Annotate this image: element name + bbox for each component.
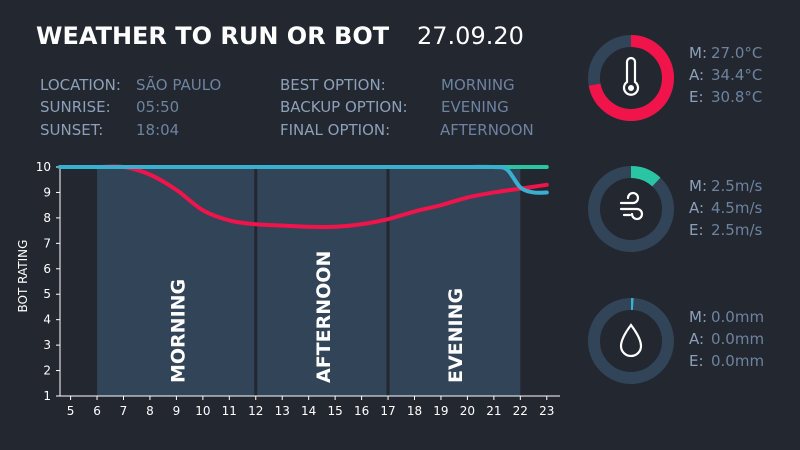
raindrop-icon xyxy=(619,323,643,358)
wind-readings: M: 2.5m/s A: 4.5m/s E: 2.5m/s xyxy=(689,177,762,239)
y-tick-label: 2 xyxy=(43,364,51,378)
location-value: SÃO PAULO xyxy=(136,76,222,94)
x-tick-label: 16 xyxy=(354,404,369,418)
temperature-gauge xyxy=(588,35,674,121)
band-label-morning: MORNING xyxy=(167,279,189,383)
wind-icon xyxy=(619,191,644,221)
x-tick-label: 8 xyxy=(146,404,154,418)
sunrise-label: SUNRISE: xyxy=(40,98,111,116)
wind-morning-value: 2.5m/s xyxy=(711,177,763,195)
x-tick-label: 10 xyxy=(195,404,210,418)
x-tick-label: 21 xyxy=(486,404,501,418)
rain-afternoon-value: 0.0mm xyxy=(711,330,765,348)
best-option-value: MORNING xyxy=(441,76,515,94)
y-tick-label: 9 xyxy=(43,185,51,199)
temperature-readings: M: 27.0°C A: 34.4°C E: 30.8°C xyxy=(689,44,762,106)
wind-afternoon-value: 4.5m/s xyxy=(711,199,763,217)
best-option-label: BEST OPTION: xyxy=(280,76,386,94)
wind-morning-key: M: xyxy=(689,177,707,195)
rain-gauge xyxy=(588,298,674,384)
rain-readings: M: 0.0mm A: 0.0mm E: 0.0mm xyxy=(689,308,764,370)
temp-evening-value: 30.8°C xyxy=(711,88,763,106)
y-tick-label: 5 xyxy=(43,287,51,301)
x-tick-label: 20 xyxy=(460,404,475,418)
sunset-value: 18:04 xyxy=(136,121,180,139)
band-label-afternoon: AFTERNOON xyxy=(313,251,335,383)
x-tick-label: 13 xyxy=(275,404,290,418)
x-tick-label: 5 xyxy=(67,404,75,418)
x-tick-label: 11 xyxy=(222,404,237,418)
sunrise-value: 05:50 xyxy=(136,98,180,116)
page-title: WEATHER TO RUN OR BOT xyxy=(36,22,390,50)
x-tick-label: 22 xyxy=(513,404,528,418)
rain-afternoon-key: A: xyxy=(689,330,705,348)
x-tick-label: 18 xyxy=(407,404,422,418)
wind-evening-key: E: xyxy=(689,221,704,239)
y-tick-label: 4 xyxy=(43,313,51,327)
y-tick-label: 1 xyxy=(43,389,51,403)
x-tick-label: 17 xyxy=(380,404,395,418)
x-tick-label: 23 xyxy=(539,404,554,418)
final-option-label: FINAL OPTION: xyxy=(280,121,391,139)
x-tick-label: 15 xyxy=(327,404,342,418)
final-option-value: AFTERNOON xyxy=(440,121,534,139)
rain-morning-key: M: xyxy=(689,308,707,326)
temp-morning-value: 27.0°C xyxy=(711,44,763,62)
temp-evening-key: E: xyxy=(689,88,704,106)
band-label-evening: EVENING xyxy=(445,288,467,383)
location-label: LOCATION: xyxy=(40,76,121,94)
sunset-label: SUNSET: xyxy=(40,121,104,139)
rain-evening-key: E: xyxy=(689,352,704,370)
temp-afternoon-key: A: xyxy=(689,66,705,84)
x-tick-label: 6 xyxy=(93,404,101,418)
bot-rating-chart: 123456789105 6 7 8 9 10 11 12 13 14 15 16 17 18 19 20 21… xyxy=(16,160,560,418)
y-tick-label: 8 xyxy=(43,211,51,225)
x-tick-label: 12 xyxy=(248,404,263,418)
wind-gauge xyxy=(588,166,674,252)
backup-option-value: EVENING xyxy=(441,98,509,116)
x-tick-label: 9 xyxy=(173,404,181,418)
rain-morning-value: 0.0mm xyxy=(711,308,765,326)
rain-evening-value: 0.0mm xyxy=(711,352,765,370)
temp-morning-key: M: xyxy=(689,44,707,62)
x-tick-label: 14 xyxy=(301,404,316,418)
x-tick-label: 19 xyxy=(433,404,448,418)
thermometer-icon xyxy=(622,56,640,96)
backup-option-label: BACKUP OPTION: xyxy=(280,98,408,116)
temp-afternoon-value: 34.4°C xyxy=(711,66,763,84)
y-axis-label: BOT RATING xyxy=(16,240,30,313)
y-tick-label: 7 xyxy=(43,236,51,250)
y-tick-label: 10 xyxy=(36,160,51,174)
x-tick-label: 7 xyxy=(120,404,128,418)
y-tick-label: 6 xyxy=(43,262,51,276)
date-label: 27.09.20 xyxy=(417,22,524,50)
y-tick-label: 3 xyxy=(43,338,51,352)
wind-evening-value: 2.5m/s xyxy=(711,221,763,239)
wind-afternoon-key: A: xyxy=(689,199,705,217)
